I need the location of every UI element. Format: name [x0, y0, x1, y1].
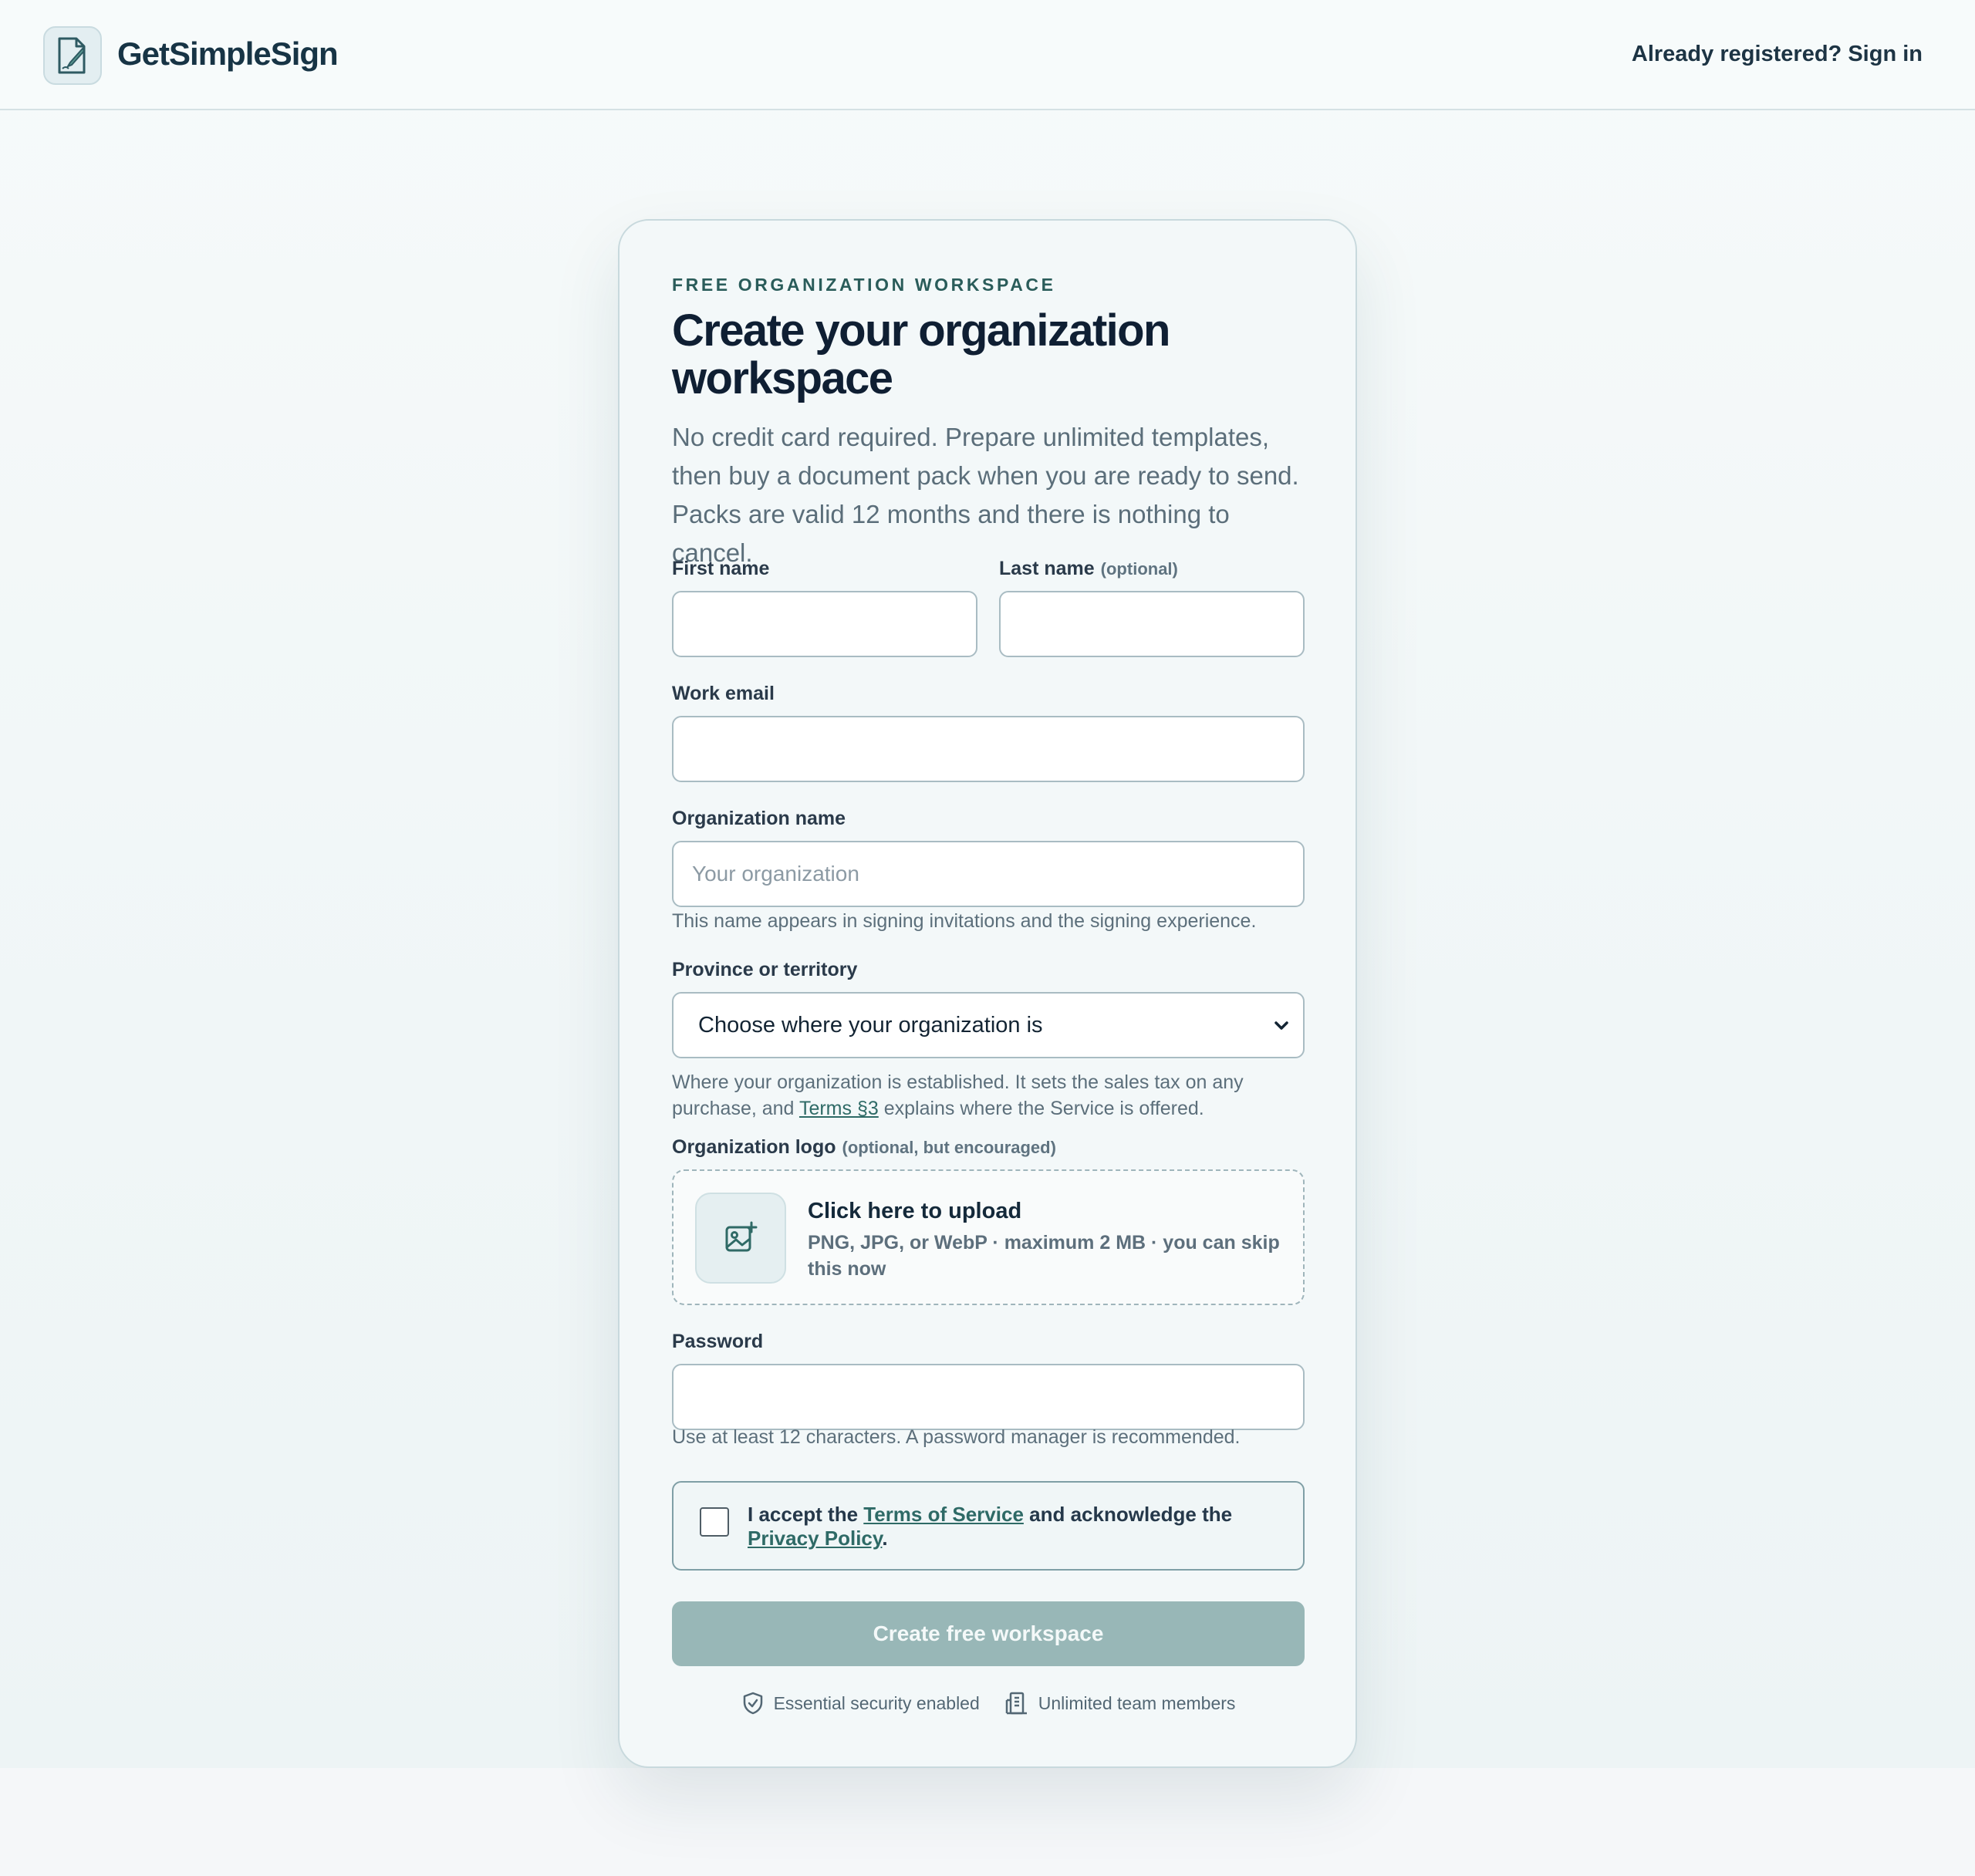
terms-section-link[interactable]: Terms §3 — [799, 1098, 879, 1119]
first-name-label: First name — [672, 558, 770, 579]
building-icon — [1005, 1692, 1027, 1715]
province-help: Where your organization is established. … — [672, 1071, 1244, 1119]
upload-icon-box — [695, 1193, 786, 1284]
last-name-input[interactable] — [999, 591, 1305, 657]
password-help: Use at least 12 characters. A password m… — [672, 1426, 1241, 1448]
document-pen-icon — [58, 37, 86, 74]
sign-in-link[interactable]: Already registered? Sign in — [1632, 42, 1923, 67]
page-title: Create your organization workspace — [672, 305, 1170, 403]
image-plus-icon — [725, 1221, 758, 1252]
create-workspace-button[interactable]: Create free workspace — [672, 1601, 1305, 1666]
feature-team: Unlimited team members — [1004, 1691, 1236, 1716]
signup-card: FREE ORGANIZATION WORKSPACE Create your … — [618, 219, 1357, 1768]
chevron-down-icon — [1274, 1021, 1288, 1030]
last-name-optional: (optional) — [1100, 559, 1178, 579]
upload-title: Click here to upload — [808, 1199, 1022, 1223]
feature-security: Essential security enabled — [741, 1691, 980, 1716]
logo-optional: (optional, but encouraged) — [842, 1138, 1056, 1157]
terms-of-service-link[interactable]: Terms of Service — [863, 1503, 1024, 1526]
feature-team-label: Unlimited team members — [1038, 1692, 1236, 1713]
shield-check-icon — [743, 1692, 762, 1715]
work-email-label: Work email — [672, 683, 775, 704]
password-label: Password — [672, 1331, 764, 1352]
last-name-label: Last name (optional) — [999, 558, 1178, 579]
privacy-policy-link[interactable]: Privacy Policy — [748, 1527, 882, 1550]
eyebrow-label: FREE ORGANIZATION WORKSPACE — [672, 275, 1056, 295]
province-select[interactable]: Choose where your organization is — [672, 992, 1305, 1058]
organization-name-label: Organization name — [672, 808, 846, 829]
feature-security-label: Essential security enabled — [773, 1692, 980, 1713]
work-email-input[interactable] — [672, 716, 1305, 782]
terms-text: I accept the Terms of Service and acknow… — [748, 1503, 1233, 1550]
feature-list: Essential security enabled Unlimited tea… — [672, 1691, 1305, 1716]
first-name-input[interactable] — [672, 591, 977, 657]
brand-logo[interactable] — [43, 26, 102, 85]
page-subtitle: No credit card required. Prepare unlimit… — [672, 423, 1299, 567]
terms-consent-box: I accept the Terms of Service and acknow… — [672, 1481, 1305, 1571]
password-input[interactable] — [672, 1364, 1305, 1430]
logo-upload-dropzone[interactable]: Click here to upload PNG, JPG, or WebP ·… — [672, 1169, 1305, 1305]
province-selected-value: Choose where your organization is — [698, 1012, 1043, 1038]
top-header: GetSimpleSign Already registered? Sign i… — [0, 0, 1975, 110]
organization-logo-label: Organization logo (optional, but encourag… — [672, 1136, 1056, 1158]
terms-checkbox[interactable] — [700, 1507, 729, 1537]
province-label: Province or territory — [672, 959, 858, 980]
organization-name-input[interactable] — [672, 841, 1305, 907]
organization-name-help: This name appears in signing invitations… — [672, 910, 1257, 932]
upload-subtext: PNG, JPG, or WebP · maximum 2 MB · you c… — [808, 1232, 1280, 1280]
brand-name[interactable]: GetSimpleSign — [117, 35, 339, 73]
